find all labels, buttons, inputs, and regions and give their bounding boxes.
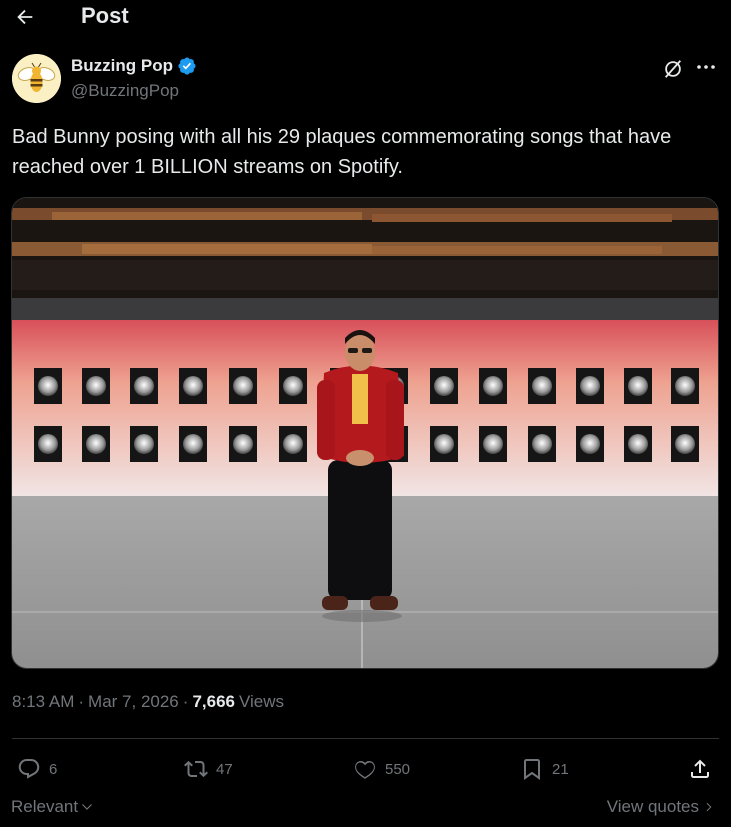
bookmark-button[interactable]: 21: [520, 752, 569, 786]
repost-button[interactable]: 47: [184, 752, 233, 786]
view-quotes-label: View quotes: [606, 797, 699, 816]
author-handle[interactable]: @BuzzingPop: [71, 81, 179, 101]
photo-graphic: [12, 198, 718, 668]
divider: [12, 738, 719, 739]
chevron-down-icon: [82, 804, 93, 810]
bookmark-count: 21: [552, 760, 569, 778]
post-date[interactable]: Mar 7, 2026: [88, 692, 179, 712]
like-count: 550: [385, 760, 411, 778]
post-text: Bad Bunny posing with all his 29 plaques…: [12, 126, 672, 178]
reply-button[interactable]: 6: [17, 752, 57, 786]
verified-badge-icon: [178, 57, 196, 75]
views-count: 7,666: [192, 692, 235, 711]
chevron-right-icon: [706, 802, 712, 812]
post-time[interactable]: 8:13 AM: [12, 692, 74, 712]
views-label: Views: [239, 692, 285, 711]
back-arrow-icon[interactable]: [12, 4, 38, 30]
share-icon: [691, 759, 709, 778]
avatar[interactable]: [12, 54, 61, 103]
bee-logo-icon: [12, 54, 61, 103]
sort-label: Relevant: [11, 797, 79, 816]
like-button[interactable]: 550: [353, 752, 410, 786]
meta-separator: ·: [182, 692, 189, 711]
heart-icon: [355, 761, 375, 779]
more-icon[interactable]: [693, 56, 719, 78]
repost-icon: [184, 760, 208, 778]
post-meta: 8:13 AM · Mar 7, 2026 · 7,666 Views: [12, 692, 284, 712]
reply-icon: [18, 759, 40, 779]
view-quotes-link[interactable]: View quotes: [607, 797, 715, 817]
share-button[interactable]: [688, 752, 712, 786]
top-bar: Post: [0, 0, 731, 34]
grok-icon[interactable]: [660, 56, 686, 82]
action-bar: 6 47 550 21: [0, 752, 731, 786]
author-name-row[interactable]: Buzzing Pop: [71, 56, 197, 76]
author-name[interactable]: Buzzing Pop: [71, 56, 173, 76]
person-figure: [317, 330, 404, 622]
bookmark-icon: [524, 759, 540, 780]
repost-count: 47: [216, 760, 233, 778]
reply-count: 6: [49, 760, 58, 778]
page-title: Post: [81, 3, 129, 28]
post-photo[interactable]: [11, 197, 719, 669]
sort-dropdown[interactable]: Relevant: [11, 797, 94, 817]
meta-separator: ·: [78, 692, 85, 711]
